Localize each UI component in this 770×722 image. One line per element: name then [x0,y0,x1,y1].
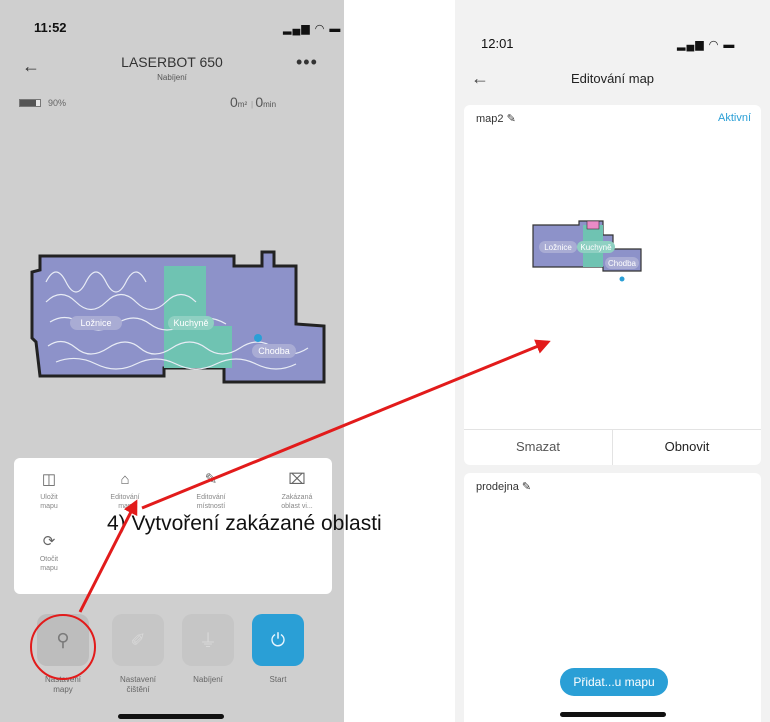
delete-map-button[interactable]: Smazat [464,429,612,465]
save-map-label-1: Uložit [40,494,58,501]
time-value: 0 [255,94,264,110]
battery-icon [19,99,41,107]
forbidden-zone-icon: ⌧ [288,471,306,488]
cleaning-settings-button[interactable]: ✐ [112,614,164,666]
brush-icon: ✐ [130,629,146,650]
save-map-label-2: mapu [40,503,58,510]
left-phone-screen: 11:52 ▂▄▆ ◠ ▬ ← LASERBOT 650 Nabíjení ••… [0,0,344,722]
room-label-kuchyne: Kuchyně [173,318,208,328]
start-button[interactable]: ⏻ [252,614,304,666]
status-bar-icons: ▂▄▆ ◠ ▬ [677,39,736,51]
restore-map-button[interactable]: Obnovit [613,429,761,465]
status-time: 12:01 [481,36,514,51]
status-bar-icons: ▂▄▆ ◠ ▬ [283,23,342,35]
annotation-caption: 4) Vytvoření zakázané oblasti [107,512,382,535]
edit-rooms-icon: ✎ [204,471,218,488]
rotate-map-label-1: Otočit [39,556,59,563]
map-settings-label-2: mapy [53,685,73,694]
edit-map-icon: ⌂ [120,471,130,488]
cleaning-settings-label-1: Nastavení [119,675,157,684]
forbidden-zone-label-2: oblast vi... [281,503,313,510]
edit-rooms-label-1: Editování [196,494,226,501]
rotate-icon: ⟳ [42,533,56,550]
area-value: 0 [230,94,238,110]
power-icon: ⏻ [270,629,286,650]
room-label-loznice: Ložnice [80,318,111,328]
map-name-text: prodejna [476,481,519,493]
home-indicator [118,714,224,719]
more-options-icon[interactable]: ••• [296,52,318,73]
rotate-map-label-2: mapu [40,565,58,572]
map-name[interactable]: prodejna ✎ [476,480,531,493]
forbidden-zone-button[interactable]: ⌧ Zakázaná oblast vi... [266,470,328,511]
pencil-icon[interactable]: ✎ [507,113,516,125]
robot-position-icon [619,276,625,282]
highlight-circle [30,614,96,680]
forbidden-zone-label-1: Zakázaná [281,494,313,501]
page-title: Editování map [570,71,655,86]
edit-map-button[interactable]: ⌂ Editování map [94,470,156,511]
charging-button[interactable]: ⏚ [182,614,234,666]
area-unit: m² [237,100,248,109]
save-icon: ◫ [41,471,57,488]
map-name-text: map2 [476,113,504,125]
time-unit: min [263,100,277,109]
map-preview: Ložnice Kuchyně Chodba [532,220,642,282]
cleaning-settings-label: Nastavení čištění [103,675,173,695]
edit-map-label-1: Editování [110,494,140,501]
active-badge: Aktivní [717,112,751,124]
map-name[interactable]: map2 ✎ [476,112,516,125]
battery-percent: 90% [48,98,67,108]
room-label-chodba: Chodba [258,346,290,356]
room-label-chodba: Chodba [608,259,637,268]
robot-position-icon [254,334,262,342]
right-phone-screen: 12:01 ▂▄▆ ◠ ▬ ← Editování map map2 ✎ Akt… [455,0,770,722]
area-time-readout: 0m² | 0min [230,94,277,110]
screenshot-canvas: 11:52 ▂▄▆ ◠ ▬ ← LASERBOT 650 Nabíjení ••… [0,0,770,722]
start-label: Start [269,675,287,684]
rotate-map-button[interactable]: ⟳ Otočit mapu [18,532,80,573]
map-card-empty[interactable]: prodejna ✎ Přidat...u mapu [464,473,761,722]
edit-map-label-2: map [118,503,132,510]
device-name: LASERBOT 650 [121,54,223,70]
charging-label: Nabíjení [193,675,223,684]
room-label-kuchyne: Kuchyně [580,243,612,252]
cleaning-settings-label-2: čištění [126,685,150,694]
room-label-loznice: Ložnice [544,243,572,252]
save-map-button[interactable]: ◫ Uložit mapu [18,470,80,511]
home-indicator [560,712,666,717]
map-card-active[interactable]: map2 ✎ Aktivní Ložnice Kuchyně Chodba Sm… [464,105,761,465]
cleaning-map[interactable]: Ložnice Kuchyně Chodba [26,242,336,392]
edit-rooms-label-2: místností [196,503,226,510]
edit-rooms-button[interactable]: ✎ Editování místností [180,470,242,511]
plug-icon: ⏚ [199,631,217,651]
status-time: 11:52 [34,20,67,35]
pencil-icon[interactable]: ✎ [522,481,531,493]
add-map-button[interactable]: Přidat...u mapu [560,668,668,696]
device-status: Nabíjení [157,73,187,82]
